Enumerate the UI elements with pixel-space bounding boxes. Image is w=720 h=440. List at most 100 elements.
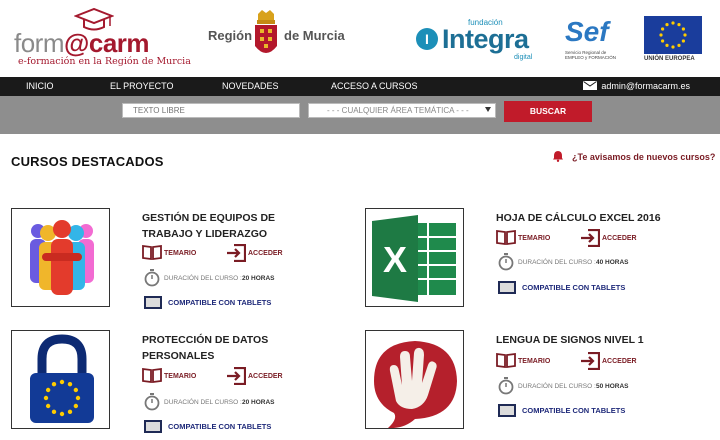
tablet-compatible-label: COMPATIBLE CON TABLETS — [168, 422, 272, 431]
course-title[interactable]: PROTECCIÓN DE DATOS PERSONALES — [142, 332, 322, 364]
course-card-excel-2016: X HOJA DE CÁLCULO EXCEL 2016 TEMARIO ACC… — [365, 208, 695, 308]
book-icon[interactable] — [496, 352, 516, 368]
region-murcia-logo[interactable]: Región de Murcia — [206, 10, 346, 66]
svg-text:X: X — [383, 239, 407, 280]
course-actions: TEMARIO ACCEDER — [142, 367, 342, 385]
star-icon — [73, 387, 79, 393]
star-icon — [683, 33, 687, 37]
temario-link[interactable]: TEMARIO — [518, 358, 550, 365]
star-icon — [59, 379, 65, 385]
course-thumbnail-excel[interactable]: X — [365, 208, 464, 307]
enter-icon[interactable] — [226, 244, 246, 262]
eu-padlock-image — [12, 331, 109, 428]
course-title[interactable]: LENGUA DE SIGNOS NIVEL 1 — [496, 332, 676, 348]
sef-logo[interactable]: Sef Servicio Regional de EMPLEO y FORMAC… — [563, 16, 625, 62]
murcia-coat-of-arms-icon — [255, 10, 277, 53]
book-icon[interactable] — [142, 244, 162, 260]
duration-label: DURACIÓN DEL CURSO : — [164, 399, 242, 406]
temario-link[interactable]: TEMARIO — [164, 373, 196, 380]
duration-hours: 40 HORAS — [596, 259, 629, 266]
duration-label: DURACIÓN DEL CURSO : — [164, 275, 242, 282]
signing-hands-image — [366, 331, 463, 428]
formacarm-tagline: e-formación en la Región de Murcia — [18, 56, 191, 67]
temario-link[interactable]: TEMARIO — [164, 250, 196, 257]
course-actions: TEMARIO ACCEDER — [142, 244, 342, 262]
integra-logo[interactable]: fundación I Integra digital — [414, 18, 544, 64]
star-icon — [45, 387, 51, 393]
star-icon — [665, 23, 669, 27]
star-icon — [51, 381, 57, 387]
search-button[interactable]: BUSCAR — [504, 101, 592, 122]
enter-icon[interactable] — [580, 229, 600, 247]
course-duration: DURACIÓN DEL CURSO : 50 HORAS — [496, 377, 716, 395]
enter-icon[interactable] — [226, 367, 246, 385]
star-icon — [43, 395, 49, 401]
course-actions: TEMARIO ACCEDER — [496, 229, 696, 247]
admin-email-text: admin@formacarm.es — [601, 81, 690, 91]
duration-hours: 20 HORAS — [242, 399, 275, 406]
tablet-compatible-label: COMPATIBLE CON TABLETS — [522, 406, 626, 415]
nav-item-novedades[interactable]: NOVEDADES — [222, 81, 279, 91]
course-thumbnail-padlock[interactable] — [11, 330, 110, 429]
course-title[interactable]: GESTIÓN DE EQUIPOS DE TRABAJO Y LIDERAZG… — [142, 210, 322, 242]
admin-email-link[interactable]: admin@formacarm.es — [583, 81, 690, 91]
acceder-link[interactable]: ACCEDER — [248, 250, 283, 257]
star-icon — [681, 27, 685, 31]
tablet-icon — [498, 404, 516, 417]
tablet-compatibility: COMPATIBLE CON TABLETS — [496, 281, 716, 295]
tablet-compatibility: COMPATIBLE CON TABLETS — [142, 296, 362, 310]
star-icon — [67, 381, 73, 387]
thematic-area-select[interactable]: - - - CUALQUIER ÁREA TEMÁTICA - - - — [308, 103, 496, 118]
dropdown-caret-icon — [485, 107, 491, 112]
tablet-icon — [144, 296, 162, 309]
star-icon — [59, 411, 65, 417]
acceder-link[interactable]: ACCEDER — [248, 373, 283, 380]
stopwatch-icon — [144, 269, 160, 287]
main-navigation: INICIO EL PROYECTO NOVEDADES ACCESO A CU… — [0, 77, 720, 96]
star-icon — [659, 33, 663, 37]
notify-new-courses-link[interactable]: ¿Te avisamos de nuevos cursos? — [552, 150, 715, 162]
course-title-line: GESTIÓN DE EQUIPOS DE — [142, 212, 276, 224]
tablet-compatibility: COMPATIBLE CON TABLETS — [496, 404, 716, 418]
tablet-compatibility: COMPATIBLE CON TABLETS — [142, 420, 362, 434]
region-label-right: de Murcia — [284, 28, 345, 43]
acceder-link[interactable]: ACCEDER — [602, 235, 637, 242]
tablet-compatible-label: COMPATIBLE CON TABLETS — [522, 283, 626, 292]
acceder-link[interactable]: ACCEDER — [602, 358, 637, 365]
sef-wordmark: Sef — [565, 16, 609, 47]
sef-subtitle: Servicio Regional de EMPLEO y FORMACIÓN — [565, 50, 617, 60]
stopwatch-icon — [498, 377, 514, 395]
course-duration: DURACIÓN DEL CURSO : 20 HORAS — [142, 269, 362, 287]
course-title[interactable]: HOJA DE CÁLCULO EXCEL 2016 — [496, 210, 676, 226]
region-label-left: Región — [208, 28, 253, 43]
star-icon — [67, 409, 73, 415]
duration-hours: 20 HORAS — [242, 275, 275, 282]
stopwatch-icon — [498, 253, 514, 271]
book-icon[interactable] — [142, 367, 162, 383]
tablet-icon — [144, 420, 162, 433]
nav-item-inicio[interactable]: INICIO — [26, 81, 54, 91]
site-header: form@carm e-formación en la Región de Mu… — [0, 0, 720, 75]
eu-logo[interactable]: UNIÓN EUROPEA — [644, 16, 704, 66]
team-figures-image — [12, 209, 109, 306]
nav-item-acceso-a-cursos[interactable]: ACCESO A CURSOS — [331, 81, 418, 91]
integra-i-icon: I — [416, 28, 438, 50]
course-title-line: HOJA DE CÁLCULO EXCEL 2016 — [496, 212, 661, 224]
star-icon — [51, 409, 57, 415]
tablet-compatible-label: COMPATIBLE CON TABLETS — [168, 298, 272, 307]
star-icon — [73, 403, 79, 409]
course-card-proteccion-datos: PROTECCIÓN DE DATOS PERSONALES TEMARIO A… — [11, 330, 342, 433]
formacarm-logo[interactable]: form@carm e-formación en la Región de Mu… — [14, 8, 191, 70]
course-thumbnail-team[interactable] — [11, 208, 110, 307]
nav-item-el-proyecto[interactable]: EL PROYECTO — [110, 81, 174, 91]
integra-wordmark: Integra — [442, 24, 529, 54]
star-icon — [671, 45, 675, 49]
star-icon — [75, 395, 81, 401]
book-icon[interactable] — [496, 229, 516, 245]
free-text-search-input[interactable] — [122, 103, 300, 118]
notify-text: ¿Te avisamos de nuevos cursos? — [572, 152, 716, 162]
course-title-line: PERSONALES — [142, 350, 215, 362]
course-thumbnail-sign-language[interactable] — [365, 330, 464, 429]
enter-icon[interactable] — [580, 352, 600, 370]
temario-link[interactable]: TEMARIO — [518, 235, 550, 242]
